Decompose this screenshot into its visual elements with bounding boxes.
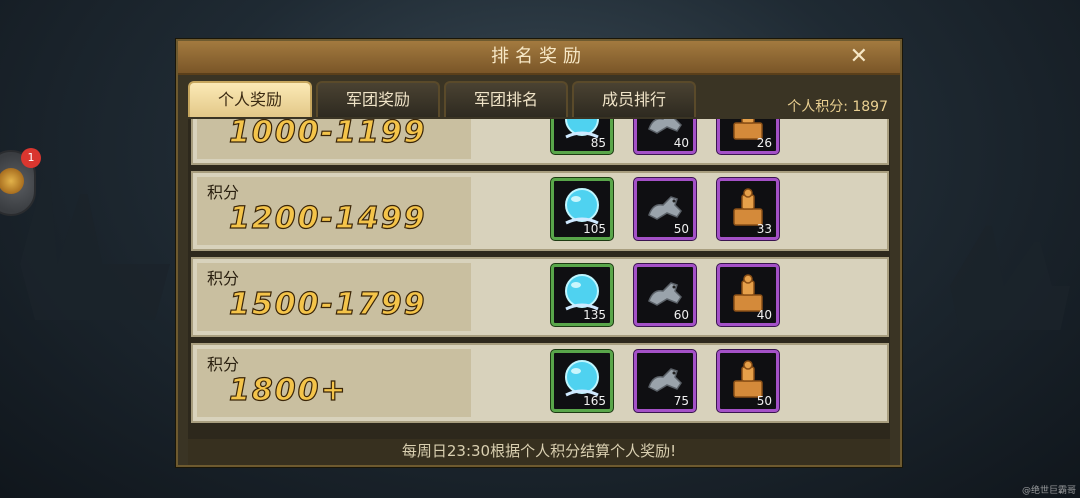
item-count: 50 [673,222,689,236]
item-count: 85 [590,136,606,150]
reward-item-horse[interactable]: 40 [634,119,696,154]
reward-item-orb[interactable]: 85 [551,119,613,154]
tab-legion-reward[interactable]: 军团奖励 [316,81,440,117]
item-count: 26 [756,136,772,150]
item-count: 40 [673,136,689,150]
rank-block: 积分 1800+ [197,349,471,417]
reward-item-horse[interactable]: 60 [634,264,696,326]
rank-block: 1000-1199 [197,119,471,159]
item-count: 50 [756,394,772,408]
watermark: @绝世巨霸哥 [1021,486,1076,496]
reward-item-seal[interactable]: 33 [717,178,779,240]
personal-score: 个人积分: 1897 [787,99,888,115]
reward-row: 积分 1500-1799 135 60 40 [191,257,889,337]
footer-note: 每周日23:30根据个人积分结算个人奖励! [188,439,890,465]
reward-row: 积分 1800+ 165 75 50 [191,343,889,423]
rank-block: 积分 1500-1799 [197,263,471,331]
ranking-reward-dialog: 排名奖励 ✕ 个人奖励 军团奖励 军团排名 成员排行 个人积分: 1897 10… [176,39,902,467]
background-ship [950,225,1070,330]
score-label: 积分 [207,183,240,202]
score-label: 积分 [207,269,240,288]
reward-item-seal[interactable]: 26 [717,119,779,154]
tab-personal-reward[interactable]: 个人奖励 [188,81,312,117]
score-range: 1000-1199 [228,119,427,151]
event-icon [0,168,24,194]
reward-item-orb[interactable]: 135 [551,264,613,326]
item-count: 105 [583,222,606,236]
dialog-title: 排名奖励 [491,46,587,67]
reward-item-seal[interactable]: 40 [717,264,779,326]
reward-item-seal[interactable]: 50 [717,350,779,412]
score-range: 1200-1499 [228,200,427,236]
item-count: 40 [756,308,772,322]
score-range: 1500-1799 [228,286,427,322]
score-label: 积分 [207,355,240,374]
close-icon[interactable]: ✕ [850,43,868,71]
dialog-titlebar: 排名奖励 ✕ [178,41,900,75]
reward-item-horse[interactable]: 50 [634,178,696,240]
side-event-button[interactable]: 1 [0,148,41,216]
reward-item-orb[interactable]: 105 [551,178,613,240]
reward-item-orb[interactable]: 165 [551,350,613,412]
reward-item-horse[interactable]: 75 [634,350,696,412]
item-count: 33 [756,222,772,236]
item-count: 165 [583,394,606,408]
rank-block: 积分 1200-1499 [197,177,471,245]
background-ship [20,180,170,320]
item-count: 135 [583,308,606,322]
score-range: 1800+ [228,372,348,408]
reward-row: 积分 1200-1499 105 50 33 [191,171,889,251]
tab-member-ranking[interactable]: 成员排行 [572,81,696,117]
reward-row: 1000-1199 85 40 26 [191,119,889,165]
tab-legion-ranking[interactable]: 军团排名 [444,81,568,117]
item-count: 75 [673,394,689,408]
notification-badge: 1 [21,148,41,168]
reward-list[interactable]: 1000-1199 85 40 26 积分 1200-1499 105 50 33 积分 1500-… [188,119,890,439]
item-count: 60 [673,308,689,322]
